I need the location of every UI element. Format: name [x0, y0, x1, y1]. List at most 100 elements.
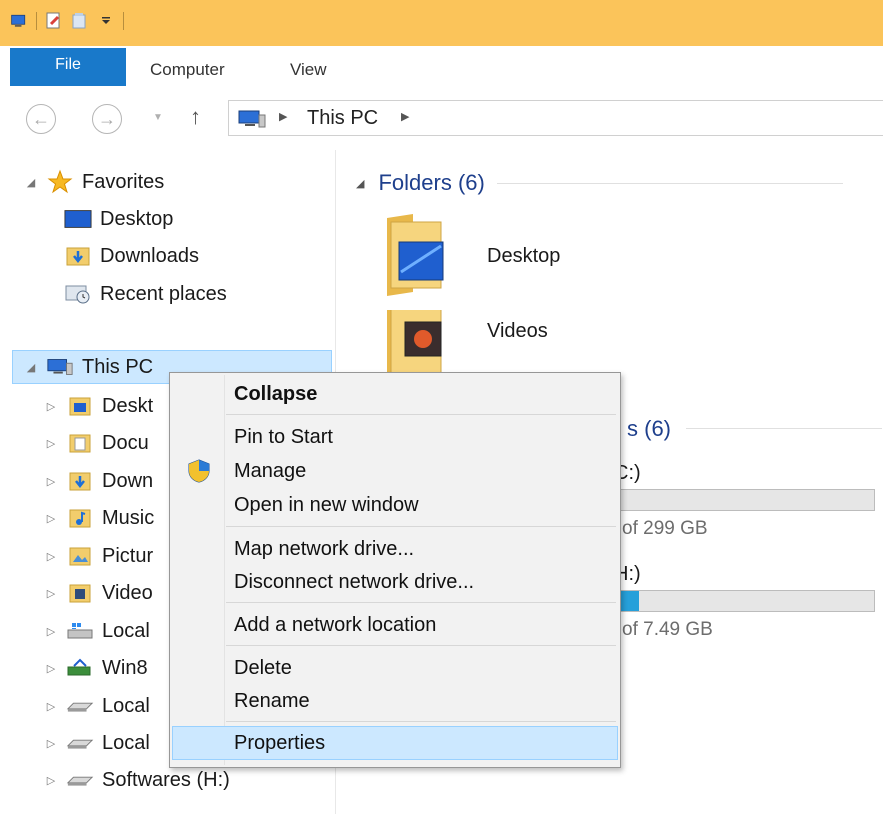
tab-computer[interactable]: Computer [150, 60, 225, 80]
menu-item-label: Delete [234, 656, 292, 679]
tree-label: Softwares (H:) [102, 768, 230, 791]
expand-closed-icon[interactable]: ▷ [44, 512, 58, 525]
tree-label: Down [102, 469, 154, 492]
tree-item-local-disk-1[interactable]: ▷ Local [44, 690, 150, 722]
new-folder-icon[interactable] [71, 12, 89, 30]
tree-label: Local [102, 694, 150, 717]
folders-group-header[interactable]: ◢ Folders (6) [356, 170, 843, 196]
folder-desktop[interactable]: Desktop [383, 212, 560, 301]
tab-file[interactable]: File [10, 48, 126, 86]
menu-item-map-network-drive[interactable]: Map network drive... [172, 533, 618, 565]
group-divider [496, 182, 843, 184]
hard-drive-icon [66, 769, 94, 791]
tree-label: Local [102, 619, 150, 642]
tree-item-recent-places[interactable]: Recent places [64, 278, 227, 310]
customize-dropdown-icon[interactable] [97, 12, 115, 30]
tree-label: Video [102, 581, 153, 604]
pictures-folder-icon [66, 545, 94, 567]
expand-closed-icon[interactable]: ▷ [44, 587, 58, 600]
folder-videos[interactable]: Videos [383, 310, 548, 374]
expand-closed-icon[interactable]: ▷ [44, 437, 58, 450]
toolbar-separator [123, 12, 124, 30]
uac-shield-icon [186, 458, 212, 484]
folder-name: Desktop [487, 245, 561, 267]
expand-closed-icon[interactable]: ▷ [44, 662, 58, 675]
menu-item-pin-to-start[interactable]: Pin to Start [172, 421, 618, 453]
expand-closed-icon[interactable]: ▷ [44, 774, 58, 787]
documents-folder-icon [66, 432, 94, 454]
breadcrumb-this-pc[interactable]: This PC [307, 107, 378, 130]
back-button[interactable]: ← [26, 104, 56, 134]
folder-name: Videos [487, 319, 548, 342]
star-icon [46, 169, 74, 194]
forward-arrow-icon: → [98, 108, 116, 129]
menu-item-properties[interactable]: Properties [172, 726, 618, 760]
desktop-icon [64, 208, 92, 230]
expand-closed-icon[interactable]: ▷ [44, 625, 58, 638]
expand-closed-icon[interactable]: ▷ [44, 700, 58, 713]
menu-item-rename[interactable]: Rename [172, 685, 618, 717]
this-pc-icon [46, 356, 74, 378]
recent-locations-dropdown[interactable]: ▼ [153, 112, 163, 123]
toolbar-separator [36, 12, 37, 30]
menu-item-label: Properties [234, 731, 326, 754]
tree-item-desktop-favorite[interactable]: Desktop [64, 203, 173, 235]
menu-item-delete[interactable]: Delete [172, 652, 618, 684]
drives-group-title: s (6) [627, 416, 671, 441]
properties-icon[interactable] [45, 12, 63, 30]
tree-item-videos[interactable]: ▷ Video [44, 577, 153, 609]
menu-item-manage[interactable]: Manage [172, 455, 618, 487]
tree-item-win8[interactable]: ▷ Win8 [44, 652, 148, 684]
menu-item-add-network-location[interactable]: Add a network location [172, 609, 618, 641]
network-drive-icon [66, 657, 94, 679]
tree-item-softwares-h[interactable]: ▷ Softwares (H:) [44, 764, 230, 796]
tree-label: Local [102, 731, 150, 754]
tree-this-pc[interactable]: ◢ This PC [24, 351, 153, 383]
tree-item-music[interactable]: ▷ Music [44, 502, 154, 534]
menu-item-label: Collapse [234, 382, 318, 405]
expand-closed-icon[interactable]: ▷ [44, 475, 58, 488]
group-divider [686, 428, 882, 429]
tree-label: Desktop [100, 207, 174, 230]
menu-item-label: Map network drive... [234, 537, 415, 560]
computer-icon[interactable] [10, 12, 28, 30]
hard-drive-icon [66, 695, 94, 717]
tree-label: Win8 [102, 656, 148, 679]
tree-item-downloads[interactable]: ▷ Down [44, 465, 153, 497]
tree-item-documents[interactable]: ▷ Docu [44, 427, 149, 459]
drives-group-divider-wrap [686, 428, 882, 429]
collapse-group-icon[interactable]: ◢ [356, 177, 364, 190]
menu-item-open-new-window[interactable]: Open in new window [172, 489, 618, 521]
breadcrumb-caret-icon[interactable]: ▶ [401, 110, 409, 123]
this-pc-icon [237, 109, 267, 134]
tree-label: Docu [102, 431, 149, 454]
expand-open-icon[interactable]: ◢ [24, 176, 38, 189]
tree-item-local-disk-2[interactable]: ▷ Local [44, 727, 150, 759]
tab-view[interactable]: View [290, 60, 327, 80]
menu-item-label: Disconnect network drive... [234, 570, 475, 593]
windows-drive-icon [66, 620, 94, 642]
menu-separator [226, 602, 616, 603]
menu-item-label: Rename [234, 689, 310, 712]
forward-button[interactable]: → [92, 104, 122, 134]
tree-item-desktop[interactable]: ▷ Deskt [44, 390, 153, 422]
menu-item-label: Pin to Start [234, 425, 333, 448]
expand-open-icon[interactable]: ◢ [24, 361, 38, 374]
breadcrumb-caret-icon[interactable]: ▶ [279, 110, 287, 123]
menu-item-collapse[interactable]: Collapse [172, 378, 618, 410]
tree-item-downloads-favorite[interactable]: Downloads [64, 240, 199, 272]
menu-item-disconnect-network-drive[interactable]: Disconnect network drive... [172, 566, 618, 598]
tree-favorites[interactable]: ◢ Favorites [24, 166, 164, 198]
tree-label: Pictur [102, 544, 154, 567]
context-menu: Collapse Pin to Start Manage Open in new… [169, 372, 621, 768]
address-bar[interactable]: ▶ This PC ▶ [228, 100, 883, 136]
expand-closed-icon[interactable]: ▷ [44, 737, 58, 750]
expand-closed-icon[interactable]: ▷ [44, 550, 58, 563]
up-button[interactable]: ↑ [190, 104, 201, 130]
menu-separator [226, 645, 616, 646]
expand-closed-icon[interactable]: ▷ [44, 400, 58, 413]
tree-item-local-disk-c[interactable]: ▷ Local [44, 615, 150, 647]
tree-item-pictures[interactable]: ▷ Pictur [44, 540, 153, 572]
menu-item-label: Add a network location [234, 613, 437, 636]
videos-folder-icon [66, 582, 94, 604]
